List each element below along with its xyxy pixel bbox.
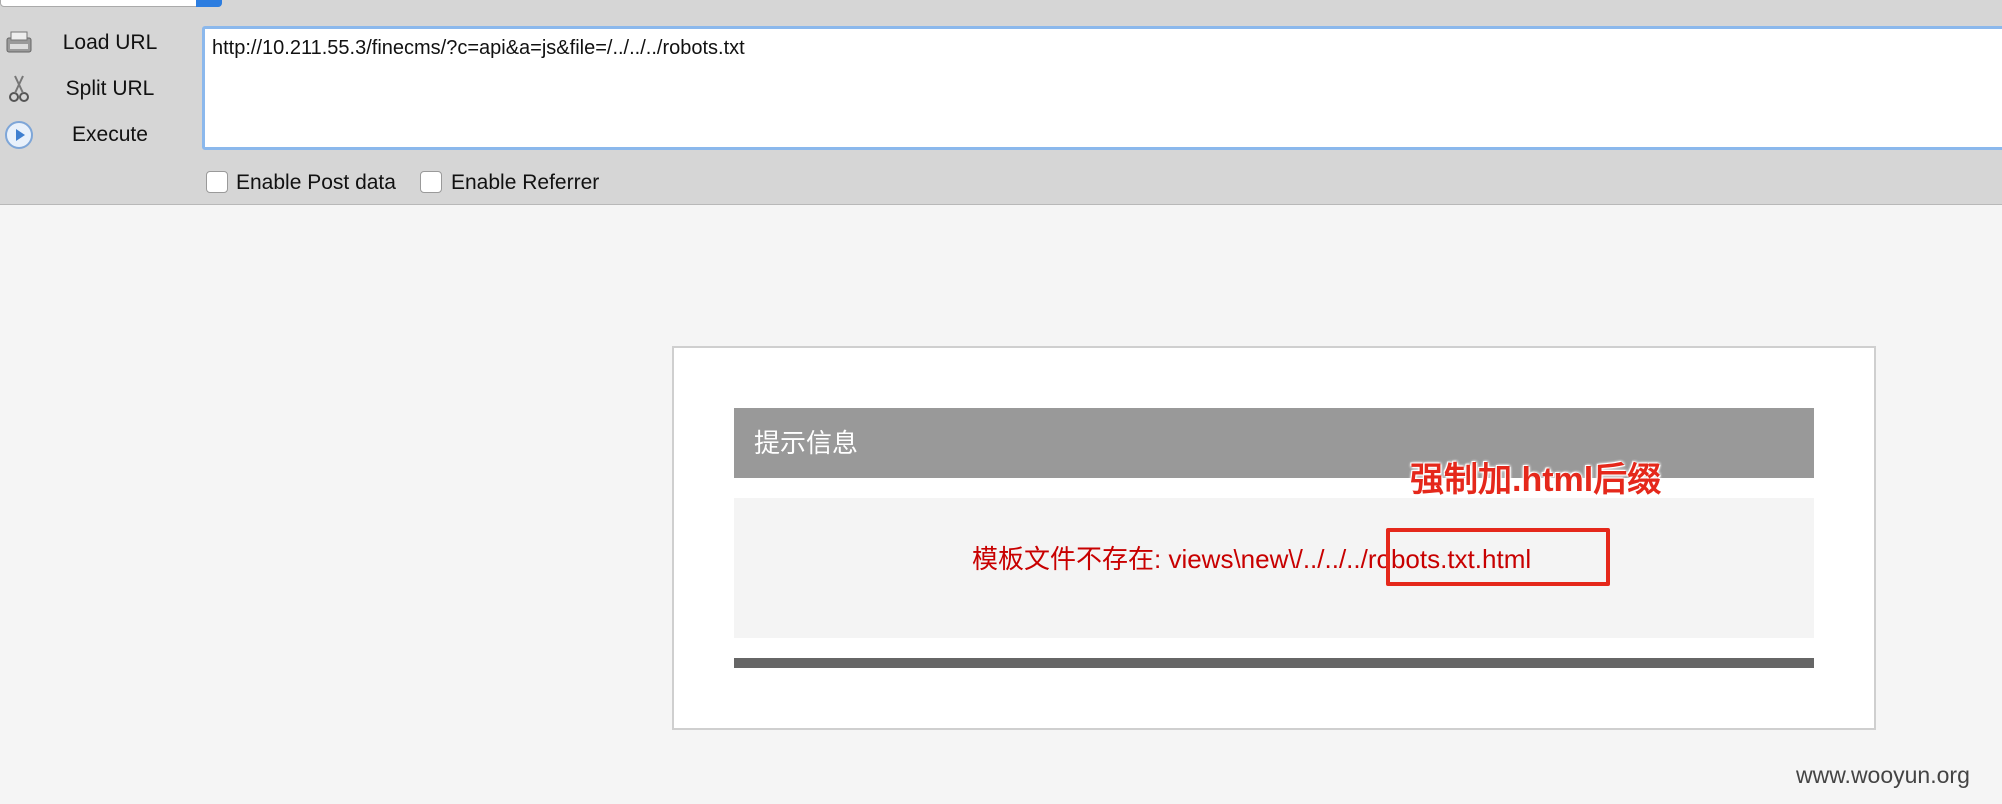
enable-referrer-label[interactable]: Enable Referrer	[451, 168, 599, 198]
top-select[interactable]	[0, 0, 222, 7]
watermark: www.wooyun.org	[1796, 762, 1970, 788]
execute-button[interactable]: Execute	[0, 114, 190, 154]
load-url-icon	[6, 31, 32, 53]
top-select-arrow[interactable]	[196, 0, 222, 7]
enable-post-option[interactable]: Enable Post data	[206, 168, 416, 198]
panel-footer-bar	[734, 658, 1814, 668]
execute-label: Execute	[72, 123, 148, 146]
panel-title: 提示信息	[754, 428, 859, 458]
enable-referrer-checkbox[interactable]	[420, 171, 442, 193]
url-textarea[interactable]: http://10.211.55.3/finecms/?c=api&a=js&f…	[202, 26, 2002, 150]
annotation-highlight-box	[1386, 528, 1610, 586]
url-value[interactable]: http://10.211.55.3/finecms/?c=api&a=js&f…	[212, 37, 745, 60]
enable-post-label[interactable]: Enable Post data	[236, 168, 396, 198]
enable-post-checkbox[interactable]	[206, 171, 228, 193]
load-url-label: Load URL	[62, 31, 158, 54]
split-url-button[interactable]: Split URL	[0, 68, 190, 108]
hackbar-toolbar: Load URL Split URL Execute http://10.211…	[0, 0, 2002, 205]
split-url-icon	[9, 75, 29, 102]
top-menu-strip	[0, 0, 2002, 8]
annotation-label: 强制加.html后缀	[1410, 461, 1662, 499]
split-url-label: Split URL	[65, 77, 155, 100]
load-url-button[interactable]: Load URL	[0, 22, 190, 62]
execute-icon	[5, 121, 33, 149]
enable-referrer-option[interactable]: Enable Referrer	[420, 168, 620, 198]
error-message-prefix: 模板文件不存在: views\new\/../../..	[972, 544, 1361, 574]
